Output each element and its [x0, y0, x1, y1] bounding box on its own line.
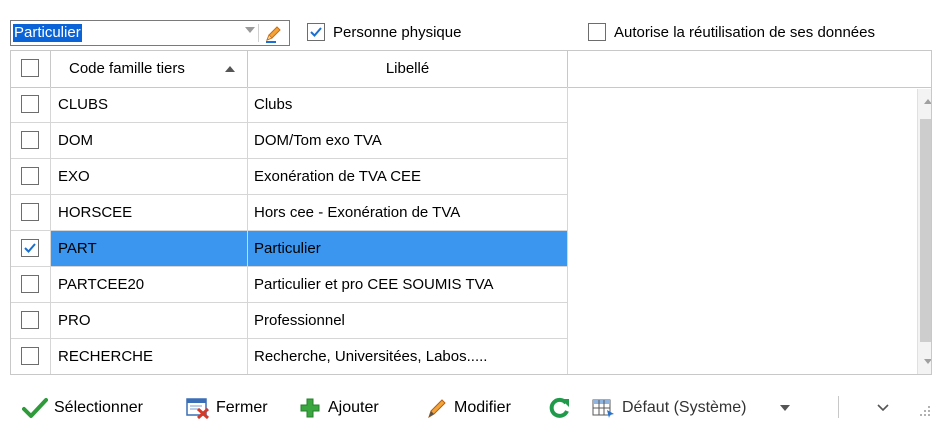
grid-header: Code famille tiers Libellé — [11, 51, 931, 88]
table-row[interactable]: CLUBS Clubs — [11, 87, 568, 123]
table-row[interactable]: HORSCEE Hors cee - Exonération de TVA — [11, 195, 568, 231]
row-code-cell[interactable]: PART — [51, 231, 248, 267]
row-code-cell[interactable]: EXO — [51, 159, 248, 195]
row-checkbox[interactable] — [21, 347, 39, 365]
header-libelle[interactable]: Libellé — [248, 51, 568, 87]
header-code-label: Code famille tiers — [69, 60, 185, 77]
famille-combo[interactable]: Particulier — [10, 20, 290, 46]
select-label: Sélectionner — [54, 399, 143, 416]
combo-separator — [258, 24, 259, 42]
row-checkbox[interactable] — [21, 167, 39, 185]
refresh-icon — [549, 397, 569, 418]
autorise-checkbox-wrap[interactable]: Autorise la réutilisation de ses données — [588, 23, 875, 41]
pencil-icon — [428, 399, 446, 419]
row-code-cell[interactable]: PARTCEE20 — [51, 267, 248, 303]
close-button[interactable]: Fermer — [186, 396, 268, 420]
row-checkbox[interactable] — [21, 275, 39, 293]
row-checkbox-cell[interactable] — [11, 303, 51, 339]
more-options-button[interactable] — [876, 396, 896, 420]
resize-grip-icon[interactable] — [918, 400, 938, 424]
checkmark-icon — [310, 27, 322, 37]
scrollbar-thumb[interactable] — [920, 119, 931, 342]
table-row[interactable]: EXO Exonération de TVA CEE — [11, 159, 568, 195]
row-libelle-cell[interactable]: Professionnel — [248, 303, 568, 339]
table-row[interactable]: PARTCEE20 Particulier et pro CEE SOUMIS T… — [11, 267, 568, 303]
edit-label: Modifier — [454, 399, 511, 416]
personne-physique-checkbox-wrap[interactable]: Personne physique — [307, 23, 461, 41]
header-select-all-cell[interactable] — [11, 51, 51, 87]
autorise-label: Autorise la réutilisation de ses données — [614, 23, 875, 41]
add-button[interactable]: Ajouter — [298, 396, 379, 420]
autorise-checkbox[interactable] — [588, 23, 606, 41]
bottom-toolbar: Sélectionner Fermer Ajouter Modifier Déf… — [0, 390, 942, 425]
row-code-cell[interactable]: RECHERCHE — [51, 339, 248, 374]
filter-bar: Particulier Personne physique Autorise l… — [0, 0, 942, 48]
scroll-down-icon[interactable] — [924, 359, 931, 364]
close-window-icon — [186, 398, 210, 419]
row-checkbox[interactable] — [21, 95, 39, 113]
row-code-cell[interactable]: CLUBS — [51, 87, 248, 123]
checkmark-icon — [22, 398, 48, 418]
view-selector[interactable]: Défaut (Système) — [592, 396, 791, 420]
famille-tiers-grid: Code famille tiers Libellé CLUBS Clubs DOM… — [10, 50, 932, 375]
vertical-scrollbar[interactable] — [917, 89, 931, 374]
edit-button[interactable]: Modifier — [426, 396, 511, 420]
row-libelle-cell[interactable]: Particulier — [248, 231, 568, 267]
row-libelle-cell[interactable]: Clubs — [248, 87, 568, 123]
personne-physique-label: Personne physique — [333, 23, 462, 41]
table-row[interactable]: PART Particulier — [11, 231, 568, 267]
row-code-cell[interactable]: DOM — [51, 123, 248, 159]
row-checkbox[interactable] — [21, 203, 39, 221]
select-button[interactable]: Sélectionner — [22, 396, 143, 420]
row-libelle-cell[interactable]: Hors cee - Exonération de TVA — [248, 195, 568, 231]
header-code-famille[interactable]: Code famille tiers — [51, 51, 248, 87]
row-checkbox-cell[interactable] — [11, 195, 51, 231]
close-label: Fermer — [216, 399, 268, 416]
chevron-down-icon[interactable] — [245, 27, 255, 33]
row-checkbox[interactable] — [21, 311, 39, 329]
row-checkbox-cell[interactable] — [11, 159, 51, 195]
row-checkbox[interactable] — [21, 131, 39, 149]
row-checkbox-cell[interactable] — [11, 339, 51, 374]
row-code-cell[interactable]: HORSCEE — [51, 195, 248, 231]
refresh-button[interactable] — [549, 396, 577, 420]
checkmark-icon — [24, 243, 36, 253]
row-libelle-cell[interactable]: Exonération de TVA CEE — [248, 159, 568, 195]
chevron-down-icon[interactable] — [780, 405, 791, 411]
row-libelle-cell[interactable]: DOM/Tom exo TVA — [248, 123, 568, 159]
view-label: Défaut (Système) — [622, 399, 747, 416]
plus-icon — [300, 398, 320, 418]
chevron-down-icon — [877, 404, 889, 412]
personne-physique-checkbox[interactable] — [307, 23, 325, 41]
table-row[interactable]: RECHERCHE Recherche, Universitées, Labos.… — [11, 339, 568, 374]
row-code-cell[interactable]: PRO — [51, 303, 248, 339]
row-checkbox-cell[interactable] — [11, 231, 51, 267]
row-checkbox-cell[interactable] — [11, 123, 51, 159]
row-libelle-cell[interactable]: Recherche, Universitées, Labos..... — [248, 339, 568, 374]
select-all-checkbox[interactable] — [21, 59, 39, 77]
toolbar-separator — [838, 396, 839, 418]
table-row[interactable]: DOM DOM/Tom exo TVA — [11, 123, 568, 159]
row-libelle-cell[interactable]: Particulier et pro CEE SOUMIS TVA — [248, 267, 568, 303]
scroll-up-icon[interactable] — [924, 99, 931, 104]
pencil-icon[interactable] — [263, 24, 283, 44]
sort-ascending-icon — [225, 66, 235, 72]
table-row[interactable]: PRO Professionnel — [11, 303, 568, 339]
add-label: Ajouter — [328, 399, 379, 416]
table-view-icon — [592, 399, 614, 418]
combo-value: Particulier — [13, 24, 82, 42]
row-checkbox-cell[interactable] — [11, 87, 51, 123]
header-libelle-label: Libellé — [385, 60, 430, 77]
row-checkbox-cell[interactable] — [11, 267, 51, 303]
row-checkbox[interactable] — [21, 239, 39, 257]
